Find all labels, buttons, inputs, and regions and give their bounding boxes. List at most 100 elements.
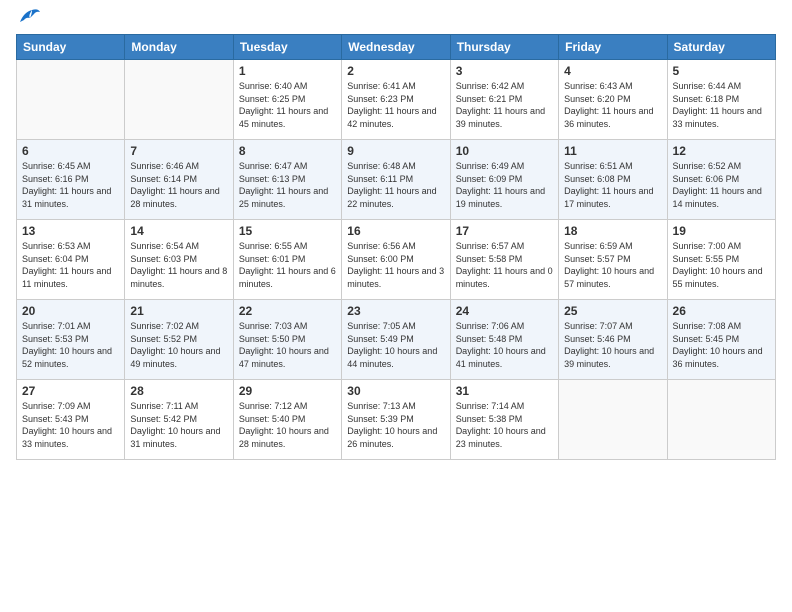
day-info: Sunrise: 6:41 AM Sunset: 6:23 PM Dayligh…	[347, 80, 444, 130]
day-info: Sunrise: 7:05 AM Sunset: 5:49 PM Dayligh…	[347, 320, 444, 370]
day-info: Sunrise: 7:01 AM Sunset: 5:53 PM Dayligh…	[22, 320, 119, 370]
day-number: 22	[239, 304, 336, 318]
logo	[16, 16, 40, 26]
day-number: 6	[22, 144, 119, 158]
day-number: 2	[347, 64, 444, 78]
calendar-cell: 7 Sunrise: 6:46 AM Sunset: 6:14 PM Daylig…	[125, 140, 233, 220]
day-number: 5	[673, 64, 770, 78]
calendar-cell: 6 Sunrise: 6:45 AM Sunset: 6:16 PM Daylig…	[17, 140, 125, 220]
day-info: Sunrise: 7:00 AM Sunset: 5:55 PM Dayligh…	[673, 240, 770, 290]
day-number: 24	[456, 304, 553, 318]
day-info: Sunrise: 6:44 AM Sunset: 6:18 PM Dayligh…	[673, 80, 770, 130]
calendar-cell: 18 Sunrise: 6:59 AM Sunset: 5:57 PM Dayli…	[559, 220, 667, 300]
day-info: Sunrise: 6:48 AM Sunset: 6:11 PM Dayligh…	[347, 160, 444, 210]
day-info: Sunrise: 7:09 AM Sunset: 5:43 PM Dayligh…	[22, 400, 119, 450]
weekday-sunday: Sunday	[17, 35, 125, 60]
calendar-cell: 15 Sunrise: 6:55 AM Sunset: 6:01 PM Dayli…	[233, 220, 341, 300]
day-number: 29	[239, 384, 336, 398]
weekday-thursday: Thursday	[450, 35, 558, 60]
calendar-cell: 31Sunrise: 7:14 AM Sunset: 5:38 PM Dayli…	[450, 380, 558, 460]
day-number: 30	[347, 384, 444, 398]
calendar-cell: 24Sunrise: 7:06 AM Sunset: 5:48 PM Dayli…	[450, 300, 558, 380]
calendar-cell	[17, 60, 125, 140]
day-number: 11	[564, 144, 661, 158]
day-number: 20	[22, 304, 119, 318]
calendar-cell: 19 Sunrise: 7:00 AM Sunset: 5:55 PM Dayli…	[667, 220, 775, 300]
calendar-cell: 11 Sunrise: 6:51 AM Sunset: 6:08 PM Dayli…	[559, 140, 667, 220]
day-number: 1	[239, 64, 336, 78]
calendar-week-3: 13Sunrise: 6:53 AM Sunset: 6:04 PM Dayli…	[17, 220, 776, 300]
calendar-cell: 23Sunrise: 7:05 AM Sunset: 5:49 PM Dayli…	[342, 300, 450, 380]
calendar-cell: 21 Sunrise: 7:02 AM Sunset: 5:52 PM Dayli…	[125, 300, 233, 380]
calendar-cell: 13Sunrise: 6:53 AM Sunset: 6:04 PM Dayli…	[17, 220, 125, 300]
day-number: 15	[239, 224, 336, 238]
calendar-cell: 25 Sunrise: 7:07 AM Sunset: 5:46 PM Dayli…	[559, 300, 667, 380]
day-info: Sunrise: 6:43 AM Sunset: 6:20 PM Dayligh…	[564, 80, 661, 130]
calendar-cell: 26 Sunrise: 7:08 AM Sunset: 5:45 PM Dayli…	[667, 300, 775, 380]
day-info: Sunrise: 7:11 AM Sunset: 5:42 PM Dayligh…	[130, 400, 227, 450]
calendar-cell: 10 Sunrise: 6:49 AM Sunset: 6:09 PM Dayli…	[450, 140, 558, 220]
calendar-cell: 30 Sunrise: 7:13 AM Sunset: 5:39 PM Dayli…	[342, 380, 450, 460]
weekday-header-row: SundayMondayTuesdayWednesdayThursdayFrid…	[17, 35, 776, 60]
day-info: Sunrise: 7:02 AM Sunset: 5:52 PM Dayligh…	[130, 320, 227, 370]
calendar-cell: 27 Sunrise: 7:09 AM Sunset: 5:43 PM Dayli…	[17, 380, 125, 460]
calendar-cell: 4 Sunrise: 6:43 AM Sunset: 6:20 PM Daylig…	[559, 60, 667, 140]
day-number: 13	[22, 224, 119, 238]
day-info: Sunrise: 6:55 AM Sunset: 6:01 PM Dayligh…	[239, 240, 336, 290]
day-number: 19	[673, 224, 770, 238]
day-number: 27	[22, 384, 119, 398]
day-number: 17	[456, 224, 553, 238]
calendar-cell: 22 Sunrise: 7:03 AM Sunset: 5:50 PM Dayli…	[233, 300, 341, 380]
day-info: Sunrise: 7:07 AM Sunset: 5:46 PM Dayligh…	[564, 320, 661, 370]
calendar-cell: 9 Sunrise: 6:48 AM Sunset: 6:11 PM Daylig…	[342, 140, 450, 220]
day-info: Sunrise: 6:51 AM Sunset: 6:08 PM Dayligh…	[564, 160, 661, 210]
calendar-week-5: 27 Sunrise: 7:09 AM Sunset: 5:43 PM Dayli…	[17, 380, 776, 460]
day-info: Sunrise: 6:46 AM Sunset: 6:14 PM Dayligh…	[130, 160, 227, 210]
calendar-cell: 3Sunrise: 6:42 AM Sunset: 6:21 PM Daylig…	[450, 60, 558, 140]
day-info: Sunrise: 6:42 AM Sunset: 6:21 PM Dayligh…	[456, 80, 553, 130]
calendar-cell: 8Sunrise: 6:47 AM Sunset: 6:13 PM Daylig…	[233, 140, 341, 220]
page-header	[16, 16, 776, 26]
weekday-friday: Friday	[559, 35, 667, 60]
day-number: 12	[673, 144, 770, 158]
calendar-cell	[125, 60, 233, 140]
day-number: 14	[130, 224, 227, 238]
day-number: 16	[347, 224, 444, 238]
day-number: 9	[347, 144, 444, 158]
day-info: Sunrise: 6:54 AM Sunset: 6:03 PM Dayligh…	[130, 240, 227, 290]
day-number: 26	[673, 304, 770, 318]
weekday-saturday: Saturday	[667, 35, 775, 60]
day-number: 21	[130, 304, 227, 318]
calendar-week-2: 6 Sunrise: 6:45 AM Sunset: 6:16 PM Daylig…	[17, 140, 776, 220]
day-info: Sunrise: 7:13 AM Sunset: 5:39 PM Dayligh…	[347, 400, 444, 450]
calendar-cell: 5 Sunrise: 6:44 AM Sunset: 6:18 PM Daylig…	[667, 60, 775, 140]
calendar-cell	[559, 380, 667, 460]
day-info: Sunrise: 6:45 AM Sunset: 6:16 PM Dayligh…	[22, 160, 119, 210]
day-number: 28	[130, 384, 227, 398]
calendar-table: SundayMondayTuesdayWednesdayThursdayFrid…	[16, 34, 776, 460]
day-info: Sunrise: 6:57 AM Sunset: 5:58 PM Dayligh…	[456, 240, 553, 290]
weekday-tuesday: Tuesday	[233, 35, 341, 60]
day-info: Sunrise: 6:47 AM Sunset: 6:13 PM Dayligh…	[239, 160, 336, 210]
calendar-cell: 14 Sunrise: 6:54 AM Sunset: 6:03 PM Dayli…	[125, 220, 233, 300]
calendar-week-4: 20 Sunrise: 7:01 AM Sunset: 5:53 PM Dayli…	[17, 300, 776, 380]
calendar-cell: 1 Sunrise: 6:40 AM Sunset: 6:25 PM Daylig…	[233, 60, 341, 140]
calendar-cell: 16Sunrise: 6:56 AM Sunset: 6:00 PM Dayli…	[342, 220, 450, 300]
day-number: 7	[130, 144, 227, 158]
day-number: 4	[564, 64, 661, 78]
calendar-cell	[667, 380, 775, 460]
day-info: Sunrise: 6:49 AM Sunset: 6:09 PM Dayligh…	[456, 160, 553, 210]
day-info: Sunrise: 6:52 AM Sunset: 6:06 PM Dayligh…	[673, 160, 770, 210]
calendar-cell: 29Sunrise: 7:12 AM Sunset: 5:40 PM Dayli…	[233, 380, 341, 460]
calendar-cell: 12 Sunrise: 6:52 AM Sunset: 6:06 PM Dayli…	[667, 140, 775, 220]
calendar-cell: 2 Sunrise: 6:41 AM Sunset: 6:23 PM Daylig…	[342, 60, 450, 140]
day-info: Sunrise: 7:08 AM Sunset: 5:45 PM Dayligh…	[673, 320, 770, 370]
day-info: Sunrise: 6:59 AM Sunset: 5:57 PM Dayligh…	[564, 240, 661, 290]
day-number: 10	[456, 144, 553, 158]
day-number: 18	[564, 224, 661, 238]
calendar-cell: 28 Sunrise: 7:11 AM Sunset: 5:42 PM Dayli…	[125, 380, 233, 460]
day-number: 25	[564, 304, 661, 318]
day-info: Sunrise: 7:03 AM Sunset: 5:50 PM Dayligh…	[239, 320, 336, 370]
day-info: Sunrise: 6:40 AM Sunset: 6:25 PM Dayligh…	[239, 80, 336, 130]
logo-bird-icon	[18, 8, 40, 26]
